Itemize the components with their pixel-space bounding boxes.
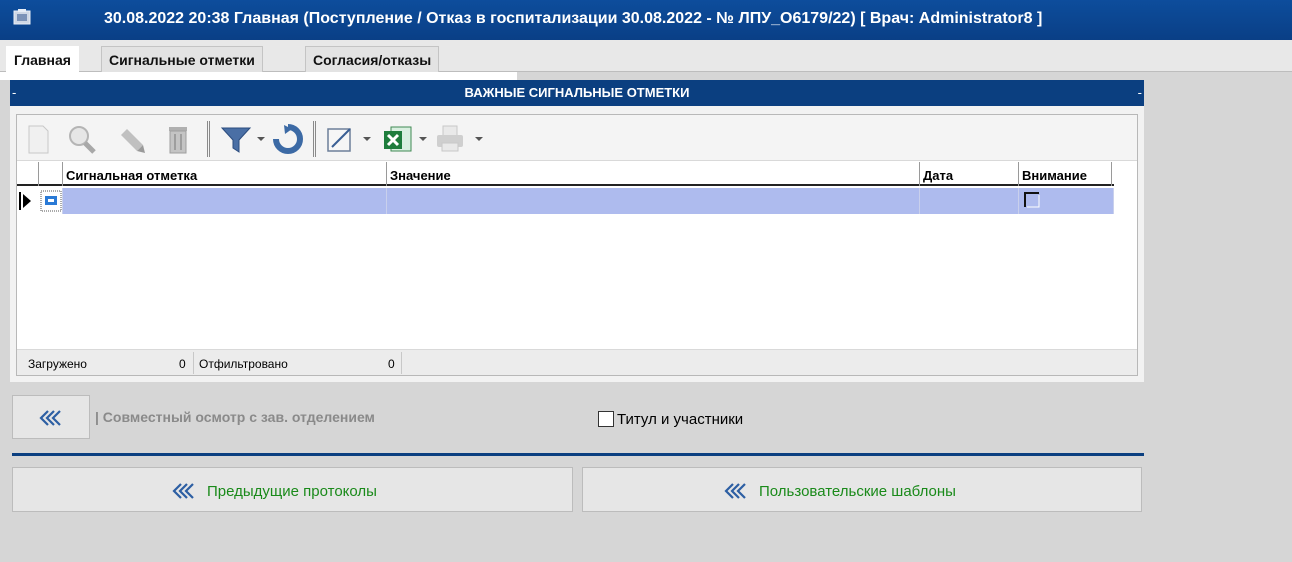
panel-header: - ВАЖНЫЕ СИГНАЛЬНЫЕ ОТМЕТКИ - bbox=[10, 80, 1144, 106]
status-divider bbox=[401, 352, 402, 374]
cell-signal[interactable] bbox=[63, 188, 387, 214]
toolbar-separator bbox=[207, 121, 210, 157]
edit-icon[interactable] bbox=[115, 123, 149, 155]
search-icon[interactable] bbox=[65, 123, 99, 155]
status-divider bbox=[193, 352, 194, 374]
tab-bar: Главная Сигнальные отметки Согласия/отка… bbox=[0, 40, 1292, 74]
excel-dropdown-icon[interactable] bbox=[419, 137, 427, 141]
row-indicator bbox=[17, 188, 39, 214]
panel-header-dash-right: - bbox=[1137, 85, 1142, 100]
edit-grid-icon[interactable] bbox=[323, 123, 357, 155]
excel-icon[interactable] bbox=[381, 123, 415, 155]
grid-header-select bbox=[39, 162, 63, 186]
loaded-label: Загружено bbox=[28, 357, 87, 371]
print-dropdown-icon[interactable] bbox=[475, 137, 483, 141]
cell-attention[interactable] bbox=[1019, 188, 1114, 214]
title-participants-label[interactable]: Титул и участники bbox=[617, 411, 743, 428]
window-titlebar: 30.08.2022 20:38 Главная (Поступление / … bbox=[0, 0, 1292, 40]
grid-frame: Сигнальная отметка Значение Дата Внимани… bbox=[16, 114, 1138, 376]
panel-title: ВАЖНЫЕ СИГНАЛЬНЫЕ ОТМЕТКИ bbox=[464, 85, 690, 100]
double-chevron-left-icon bbox=[724, 483, 746, 499]
table-row[interactable] bbox=[17, 188, 1114, 214]
column-header-signal[interactable]: Сигнальная отметка bbox=[63, 162, 387, 186]
cell-date[interactable] bbox=[920, 188, 1019, 214]
column-header-attention[interactable]: Внимание bbox=[1019, 162, 1112, 186]
previous-protocols-label: Предыдущие протоколы bbox=[207, 483, 377, 500]
joint-exam-label[interactable]: | Совместный осмотр с зав. отделением bbox=[95, 409, 375, 425]
filter-icon[interactable] bbox=[219, 123, 253, 155]
tab-content-strip bbox=[0, 72, 517, 80]
grid-header-indicator bbox=[17, 162, 39, 186]
title-participants-checkbox[interactable] bbox=[598, 411, 614, 427]
grid-status-bar: Загружено 0 Отфильтровано 0 bbox=[17, 349, 1137, 375]
loaded-value: 0 bbox=[179, 357, 186, 371]
tab-consents[interactable]: Согласия/отказы bbox=[305, 46, 440, 73]
section-divider bbox=[12, 453, 1144, 456]
filtered-value: 0 bbox=[388, 357, 395, 371]
panel-header-dash-left: - bbox=[12, 85, 17, 100]
delete-icon[interactable] bbox=[161, 123, 195, 155]
filtered-label: Отфильтровано bbox=[199, 357, 288, 371]
current-row-arrow-icon bbox=[19, 192, 31, 210]
refresh-icon[interactable] bbox=[271, 123, 305, 155]
tab-main[interactable]: Главная bbox=[6, 46, 79, 74]
cell-value[interactable] bbox=[387, 188, 920, 214]
column-header-value[interactable]: Значение bbox=[387, 162, 920, 186]
double-chevron-left-icon bbox=[172, 483, 194, 499]
edit-grid-dropdown-icon[interactable] bbox=[363, 137, 371, 141]
collapse-button[interactable] bbox=[12, 395, 90, 439]
double-chevron-left-icon bbox=[39, 410, 61, 426]
signal-marks-panel: - ВАЖНЫЕ СИГНАЛЬНЫЕ ОТМЕТКИ - Сигнальная… bbox=[10, 80, 1144, 382]
new-doc-icon[interactable] bbox=[21, 123, 55, 155]
row-record-icon bbox=[40, 190, 62, 212]
previous-protocols-button[interactable]: Предыдущие протоколы bbox=[12, 467, 573, 512]
toolbar-separator bbox=[313, 121, 316, 157]
tab-signal-marks[interactable]: Сигнальные отметки bbox=[101, 46, 263, 73]
app-icon[interactable] bbox=[12, 8, 34, 28]
row-select-cell[interactable] bbox=[39, 188, 63, 214]
filter-dropdown-icon[interactable] bbox=[257, 137, 265, 141]
grid-toolbar bbox=[17, 115, 1137, 161]
grid-header: Сигнальная отметка Значение Дата Внимани… bbox=[17, 162, 1114, 186]
column-header-date[interactable]: Дата bbox=[920, 162, 1019, 186]
window-title: 30.08.2022 20:38 Главная (Поступление / … bbox=[104, 10, 1043, 27]
attention-checkbox[interactable] bbox=[1023, 191, 1043, 211]
print-icon[interactable] bbox=[433, 123, 467, 155]
user-templates-label: Пользовательские шаблоны bbox=[759, 483, 956, 500]
user-templates-button[interactable]: Пользовательские шаблоны bbox=[582, 467, 1142, 512]
